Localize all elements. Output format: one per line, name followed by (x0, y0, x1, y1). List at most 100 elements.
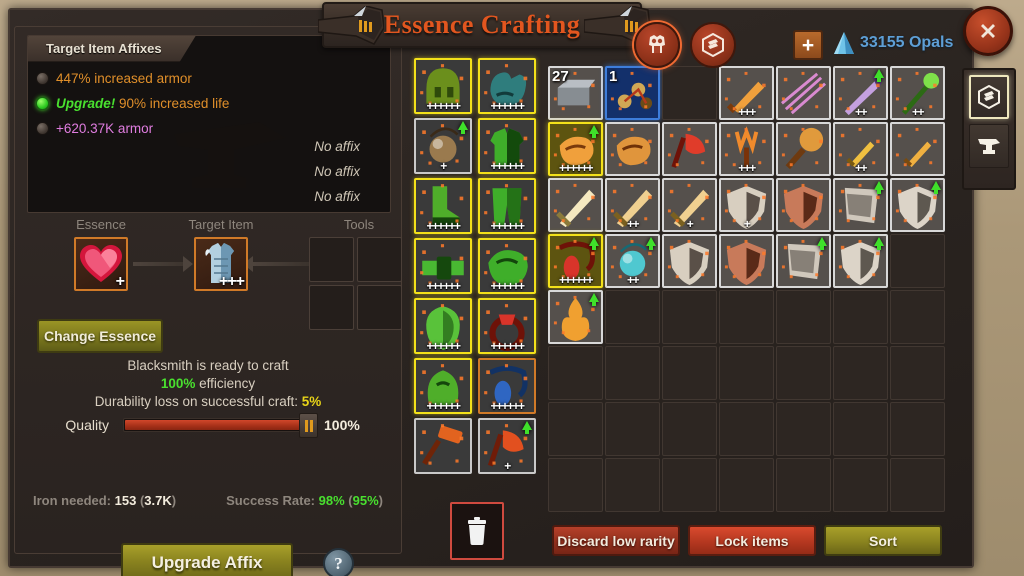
inventory-item[interactable] (833, 178, 888, 232)
essence-item[interactable]: ++++++ (414, 298, 472, 354)
inventory-slot-empty[interactable] (776, 458, 831, 512)
inventory-item[interactable]: + (662, 178, 717, 232)
inventory-slot-empty[interactable] (719, 290, 774, 344)
inventory-slot-empty[interactable] (776, 290, 831, 344)
inventory-item[interactable]: +++ (719, 66, 774, 120)
tool-slot[interactable] (309, 237, 354, 282)
inventory-item[interactable] (890, 178, 945, 232)
essence-item-list[interactable]: ++++++ ++++++ + ++++++ ++++++ ++++++ +++… (414, 58, 538, 478)
inventory-item[interactable] (776, 234, 831, 288)
inventory-slot-empty[interactable] (833, 402, 888, 456)
trash-slot[interactable] (450, 502, 504, 560)
inventory-slot-empty[interactable] (890, 234, 945, 288)
affix-row[interactable]: Upgrade! 90% increased life (36, 91, 382, 116)
essence-item[interactable]: ++++++ (414, 58, 472, 114)
change-essence-button[interactable]: Change Essence (37, 319, 163, 353)
inventory-item[interactable]: ++ (833, 122, 888, 176)
rail-cube-button[interactable] (969, 75, 1009, 119)
inventory-slot-empty[interactable] (605, 346, 660, 400)
inventory-item[interactable] (833, 234, 888, 288)
inventory-item[interactable] (548, 178, 603, 232)
inventory-slot-empty[interactable] (833, 346, 888, 400)
inventory-slot-empty[interactable] (548, 402, 603, 456)
inventory-slot-empty[interactable] (662, 290, 717, 344)
inventory-slot-empty[interactable] (548, 346, 603, 400)
tool-slot[interactable] (357, 285, 402, 330)
inventory-item[interactable] (776, 66, 831, 120)
essence-slot[interactable]: + (74, 237, 128, 291)
inventory-slot-empty[interactable] (719, 402, 774, 456)
inventory-slot-empty[interactable] (890, 458, 945, 512)
inventory-slot-empty[interactable] (776, 402, 831, 456)
inventory-item[interactable]: ++ (890, 66, 945, 120)
inventory-item[interactable]: + (719, 178, 774, 232)
inventory-item[interactable]: 1 (605, 66, 660, 120)
inventory-item[interactable]: ++++++ (548, 122, 603, 176)
inventory-item[interactable]: 27 (548, 66, 603, 120)
affix-row[interactable]: 447% increased armor (36, 66, 382, 91)
quality-slider-handle[interactable] (299, 413, 318, 438)
tool-slot[interactable] (357, 237, 402, 282)
inventory-slot-empty[interactable] (605, 290, 660, 344)
affix-select-dot[interactable] (36, 72, 49, 85)
inventory-item[interactable] (662, 234, 717, 288)
inventory-item[interactable] (662, 122, 717, 176)
inventory-item[interactable]: +++ (719, 122, 774, 176)
affix-select-dot[interactable] (36, 122, 49, 135)
essence-item[interactable]: ++++++ (414, 178, 472, 234)
inventory-slot-empty[interactable] (719, 346, 774, 400)
inventory-slot-empty[interactable] (662, 346, 717, 400)
inventory-slot-empty[interactable] (605, 402, 660, 456)
add-currency-button[interactable]: + (793, 30, 823, 60)
inventory-item[interactable]: ++ (605, 178, 660, 232)
tab-cube[interactable] (690, 22, 736, 68)
essence-item[interactable]: ++++++ (414, 238, 472, 294)
quality-slider[interactable] (123, 413, 318, 438)
essence-item[interactable]: ++++++ (414, 358, 472, 414)
inventory-item[interactable] (605, 122, 660, 176)
tool-slot[interactable] (309, 285, 354, 330)
sort-button[interactable]: Sort (824, 525, 942, 556)
inventory-slot-empty[interactable] (662, 402, 717, 456)
affix-select-dot[interactable] (36, 97, 49, 110)
target-item-slot[interactable]: +++ (194, 237, 248, 291)
inventory-item[interactable] (719, 234, 774, 288)
iron-cost: Iron needed: 153 (3.7K) (33, 493, 177, 508)
help-button[interactable]: ? (323, 548, 354, 576)
upgrade-affix-button[interactable]: Upgrade Affix (121, 543, 293, 576)
essence-item[interactable]: ++++++ (478, 298, 536, 354)
inventory-slot-empty[interactable] (719, 458, 774, 512)
inventory-item[interactable]: ++ (605, 234, 660, 288)
inventory-slot-empty[interactable] (662, 458, 717, 512)
inventory-slot-empty[interactable] (548, 458, 603, 512)
inventory-grid[interactable]: 27 1 +++ ++ ++ ++++++ +++ ++ ++ + + ++++… (548, 66, 952, 512)
inventory-slot-empty[interactable] (890, 402, 945, 456)
essence-item[interactable]: ++++++ (478, 118, 536, 174)
essence-item[interactable]: + (414, 118, 472, 174)
discard-low-rarity-button[interactable]: Discard low rarity (552, 525, 680, 556)
help-label: ? (334, 553, 343, 573)
inventory-slot-empty[interactable] (776, 346, 831, 400)
essence-item[interactable]: ++++++ (478, 58, 536, 114)
inventory-item[interactable]: ++ (833, 66, 888, 120)
tab-armor[interactable] (634, 22, 680, 68)
essence-item[interactable]: + (478, 418, 536, 474)
essence-item[interactable]: ++++++ (478, 178, 536, 234)
inventory-slot-empty[interactable] (890, 290, 945, 344)
inventory-slot-empty[interactable] (890, 346, 945, 400)
inventory-item[interactable] (890, 122, 945, 176)
inventory-item[interactable] (548, 290, 603, 344)
inventory-slot-empty[interactable] (605, 458, 660, 512)
inventory-item[interactable] (776, 178, 831, 232)
essence-item[interactable] (414, 418, 472, 474)
essence-item[interactable]: ++++++ (478, 358, 536, 414)
inventory-slot-empty[interactable] (833, 290, 888, 344)
close-button[interactable] (963, 6, 1013, 56)
lock-items-button[interactable]: Lock items (688, 525, 816, 556)
inventory-slot-empty[interactable] (833, 458, 888, 512)
inventory-item[interactable] (776, 122, 831, 176)
essence-item[interactable]: ++++++ (478, 238, 536, 294)
rail-anvil-button[interactable] (969, 124, 1009, 168)
inventory-slot-empty[interactable] (662, 66, 717, 120)
inventory-item[interactable]: ++++++ (548, 234, 603, 288)
